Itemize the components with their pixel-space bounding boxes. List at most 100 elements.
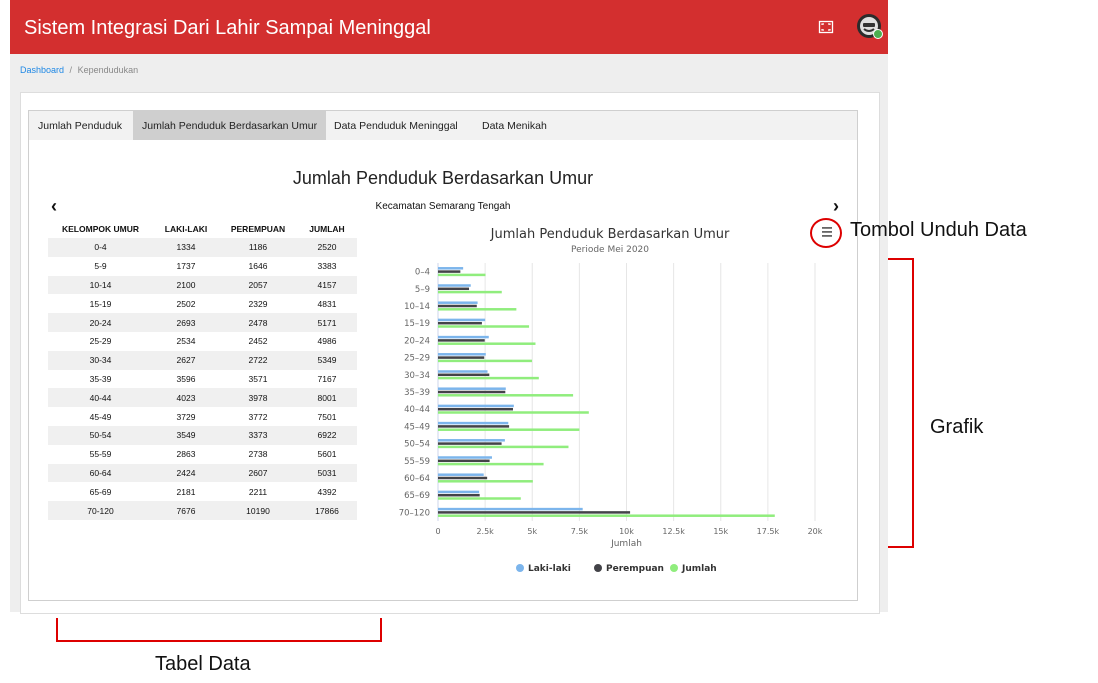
table-row: 55-59 2863 2738 5601 [48,445,357,464]
tab-data-penduduk-meninggal[interactable]: Data Penduduk Meninggal [325,111,467,141]
user-avatar-icon[interactable] [857,14,883,39]
table-cell: 2607 [219,463,297,483]
x-tick-label: 0 [435,527,440,536]
data-table: KELOMPOK UMUR LAKI-LAKI PEREMPUAN JUMLAH… [48,220,357,520]
bar-laki-laki[interactable] [438,267,464,270]
top-bar: Sistem Integrasi Dari Lahir Sampai Menin… [10,0,888,54]
bar-jumlah[interactable] [438,342,536,345]
chart-y-tick-labels: 0–4 5–9 10–14 15–19 20–24 25–29 30–34 35–39 40–4… [399,268,430,519]
bar-perempuan[interactable] [438,425,510,428]
bar-perempuan[interactable] [438,442,502,445]
y-tick-label: 30–34 [404,371,430,381]
tab-data-menikah[interactable]: Data Menikah [473,111,556,141]
table-cell: 2100 [153,275,219,295]
legend-swatch [594,564,602,572]
table-cell: 60-64 [48,463,153,483]
table-body: 0-4 1334 1186 2520 5-9 1737 1646 3383 10-14 2100 2… [48,238,357,520]
bar-perempuan[interactable] [438,356,485,359]
tab-jumlah-penduduk[interactable]: Jumlah Penduduk [29,111,131,141]
bar-jumlah[interactable] [438,290,502,294]
bar-jumlah[interactable] [438,497,521,500]
bar-perempuan[interactable] [438,339,485,342]
tab-jumlah-penduduk-berdasarkan-umur[interactable]: Jumlah Penduduk Berdasarkan Umur [133,111,327,141]
tab-bar: Jumlah Penduduk Jumlah Penduduk Berdasar… [28,110,858,142]
table-row: 70-120 7676 10190 17866 [48,501,357,520]
bar-perempuan[interactable] [438,459,490,463]
table-row: 35-39 3596 3571 7167 [48,370,357,389]
bar-perempuan[interactable] [438,390,506,394]
bar-jumlah[interactable] [438,308,517,311]
bar-laki-laki[interactable] [438,456,492,459]
bar-laki-laki[interactable] [438,370,488,373]
bar-laki-laki[interactable] [438,404,514,408]
table-cell: 2478 [219,313,297,332]
table-cell: 3373 [219,425,297,445]
table-cell: 1646 [248,261,268,272]
table-cell: 5171 [297,313,357,332]
bar-perempuan[interactable] [438,493,480,497]
prev-arrow-button[interactable]: ‹ [51,196,57,217]
breadcrumb: Dashboard / Kependudukan [20,65,138,75]
bar-jumlah[interactable] [438,514,775,517]
legend-item[interactable]: Laki-laki [516,564,571,574]
bar-jumlah[interactable] [438,359,532,363]
bar-jumlah[interactable] [438,411,589,414]
bar-jumlah[interactable] [438,480,533,483]
bar-jumlah[interactable] [438,394,574,397]
panel-title: Jumlah Penduduk Berdasarkan Umur [292,168,594,188]
legend-label: Perempuan [606,564,664,574]
bar-laki-laki[interactable] [438,421,509,425]
bar-perempuan[interactable] [438,304,477,308]
bar-jumlah[interactable] [438,325,530,328]
bar-perempuan[interactable] [438,476,488,480]
chart-bracket [888,258,914,548]
bar-perempuan[interactable] [438,287,470,291]
table-cell: 15-19 [89,298,112,309]
table-cell: 2211 [248,486,268,497]
y-tick-label: 65–69 [404,491,430,501]
y-tick-label: 35–39 [404,388,430,398]
bar-jumlah[interactable] [438,428,580,431]
table-bracket [56,618,382,642]
bar-jumlah[interactable] [438,445,569,449]
app-title: Sistem Integrasi Dari Lahir Sampai Menin… [24,17,431,39]
bar-laki-laki[interactable] [438,301,478,304]
bar-laki-laki[interactable] [438,473,484,476]
table-cell: 25-29 [89,336,112,347]
bar-perempuan[interactable] [438,407,513,411]
fullscreen-icon[interactable] [818,19,834,35]
bar-laki-laki[interactable] [438,439,505,442]
breadcrumb-current: Kependudukan [77,65,139,75]
breadcrumb-dashboard-link[interactable]: Dashboard [20,65,64,75]
table-cell: 4023 [153,388,219,408]
x-tick-label: 10k [619,527,634,536]
legend-swatch [516,564,524,572]
y-tick-label: 25–29 [404,354,430,364]
chart-legend: Laki-laki Perempuan Jumlah [516,564,717,574]
column-header: JUMLAH [309,224,345,234]
bar-laki-laki[interactable] [438,353,486,356]
bar-jumlah[interactable] [438,273,486,277]
y-tick-label: 50–54 [404,440,430,450]
bar-laki-laki[interactable] [438,387,506,390]
bar-perempuan[interactable] [438,321,482,325]
bar-perempuan[interactable] [438,373,490,377]
table-row: 30-34 2627 2722 5349 [48,350,357,370]
legend-item[interactable]: Perempuan [594,564,664,574]
legend-item[interactable]: Jumlah [670,564,717,574]
bar-laki-laki[interactable] [438,284,471,287]
bar-laki-laki[interactable] [438,507,583,511]
table-cell: 2502 [176,298,196,309]
bar-jumlah[interactable] [438,462,544,466]
kecamatan-label: Kecamatan Semarang Tengah [375,201,511,212]
bar-perempuan[interactable] [438,270,461,273]
breadcrumb-separator: / [69,65,73,75]
bar-laki-laki[interactable] [438,318,486,322]
table-cell: 3571 [248,373,268,384]
bar-laki-laki[interactable] [438,490,480,494]
bar-jumlah[interactable] [438,376,539,380]
bar-laki-laki[interactable] [438,335,489,339]
bar-perempuan[interactable] [438,511,631,514]
table-cell: 40-44 [48,388,153,408]
x-tick-label: 17.5k [757,527,780,536]
